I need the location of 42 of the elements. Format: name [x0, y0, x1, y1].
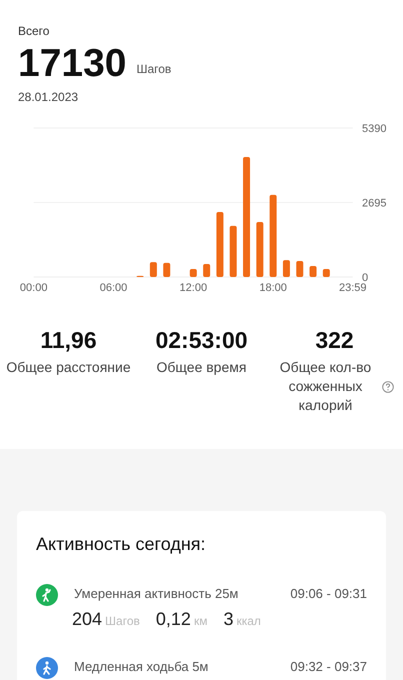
chart-bar: [230, 226, 237, 277]
y-tick-label: 2695: [362, 198, 386, 210]
stat-label: Общее время: [156, 358, 246, 377]
metric-unit: Шагов: [105, 612, 140, 630]
date-label: 28.01.2023: [18, 89, 80, 106]
chart-bar: [310, 266, 317, 277]
total-label: Всего: [18, 23, 50, 40]
stat-value: 02:53:00: [155, 326, 248, 354]
walker-icon: [36, 584, 58, 606]
step-count: 17130: [18, 42, 126, 86]
x-tick-label: 12:00: [180, 282, 208, 294]
stat-value: 11,96: [40, 326, 97, 354]
x-tick-label: 00:00: [20, 282, 48, 294]
activity-name: Умеренная активность 25м: [74, 585, 238, 603]
x-tick-label: 06:00: [100, 282, 128, 294]
chart-bar: [282, 260, 290, 277]
stat-value: 322: [315, 326, 354, 354]
x-tick-label: 23:59: [338, 282, 366, 294]
stat-label: Общее расстояние: [6, 358, 131, 377]
chart-bar: [216, 212, 224, 277]
activity-time: 09:32 - 09:37: [290, 658, 367, 676]
activity-name: Медленная ходьба 5м: [74, 658, 208, 676]
chart-bar: [150, 262, 157, 277]
y-tick-label: 0: [362, 272, 368, 284]
chart-bar: [203, 264, 210, 277]
steps-unit: Шагов: [136, 61, 172, 78]
x-tick-label: 18:00: [259, 282, 287, 294]
metric-value: 204: [72, 608, 102, 630]
chart-bar: [322, 268, 330, 277]
help-icon[interactable]: [382, 380, 394, 392]
metric-value: 0,12: [156, 608, 191, 630]
chart-bar: [256, 222, 264, 277]
metric-unit: км: [194, 612, 208, 630]
metric-value: 3: [223, 608, 234, 630]
stat-label: Общее кол-во сожженных калорий: [278, 358, 372, 415]
metric-unit: ккал: [236, 612, 261, 630]
chart-bar: [190, 268, 197, 277]
chart-bar: [163, 262, 170, 277]
activity-title: Активность сегодня:: [36, 533, 207, 556]
activity-time: 09:06 - 09:31: [290, 585, 367, 603]
chart-bar: [296, 260, 304, 277]
y-tick-label: 5390: [362, 123, 386, 135]
